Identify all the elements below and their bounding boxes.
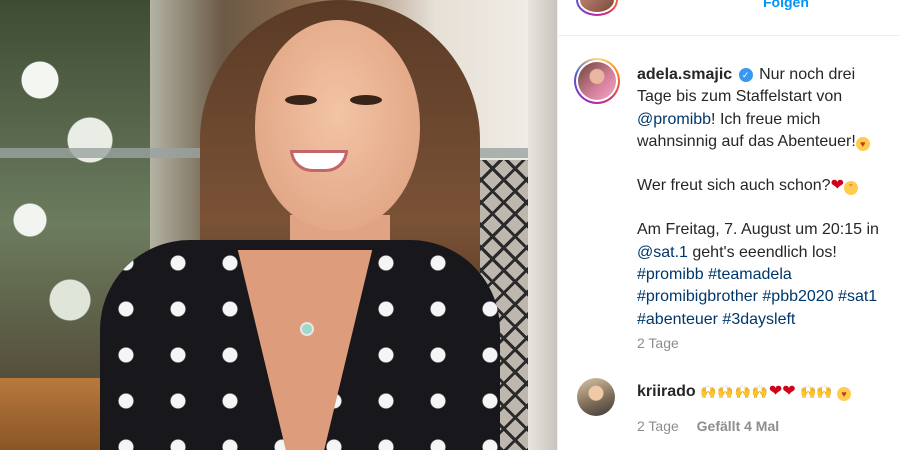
post-side-panel: Folgen adela.smajic ✓ Nur noch drei Tage… bbox=[557, 0, 900, 450]
caption-text-3: Am Freitag, 7. August um 20:15 in bbox=[637, 221, 879, 239]
author-username[interactable]: adela.smajic bbox=[637, 66, 732, 83]
mention-sat1[interactable]: @sat.1 bbox=[637, 244, 688, 261]
hashtag[interactable]: #promibigbrother bbox=[637, 288, 758, 305]
smiling-face-emoji: ♥ bbox=[836, 387, 851, 401]
hashtag[interactable]: #pbb2020 bbox=[762, 288, 833, 305]
author-avatar[interactable] bbox=[574, 58, 620, 104]
photo-eye-right bbox=[350, 95, 382, 105]
red-heart-emoji: ❤❤ bbox=[768, 383, 796, 400]
hashtag[interactable]: #promibb bbox=[637, 266, 704, 283]
follow-button[interactable]: Folgen bbox=[763, 0, 809, 10]
post-photo[interactable] bbox=[0, 0, 557, 450]
hashtag[interactable]: #abenteuer bbox=[637, 311, 718, 328]
photo-eye-left bbox=[285, 95, 317, 105]
hashtag[interactable]: #sat1 bbox=[838, 288, 877, 305]
post-timestamp[interactable]: 2 Tage bbox=[637, 335, 679, 351]
comment-likes[interactable]: Gefällt 4 Mal bbox=[697, 418, 779, 434]
caption-text-3-tail: geht's eeendlich los! bbox=[687, 243, 837, 261]
red-heart-emoji: ❤ bbox=[830, 177, 844, 195]
hashtag[interactable]: #teamadela bbox=[708, 266, 792, 283]
verified-badge-icon: ✓ bbox=[738, 68, 753, 82]
comment-timestamp[interactable]: 2 Tage bbox=[637, 418, 679, 434]
smiling-face-emoji: ♥ bbox=[855, 136, 870, 151]
shushing-face-emoji: ˘ bbox=[843, 181, 858, 196]
caption-text-2: Wer freut sich auch schon? bbox=[637, 177, 831, 195]
hashtag[interactable]: #3daysleft bbox=[722, 311, 795, 328]
photo-pendant bbox=[300, 322, 314, 336]
post-header: Folgen bbox=[558, 0, 900, 36]
comment-meta: 2 Tage Gefällt 4 Mal bbox=[637, 418, 779, 434]
commenter-username[interactable]: kriirado bbox=[637, 383, 696, 400]
raising-hands-light-emoji: 🙌🙌 bbox=[800, 384, 833, 399]
commenter-avatar[interactable] bbox=[577, 378, 615, 416]
comment-row: kriirado 🙌🙌🙌🙌❤❤ 🙌🙌 ♥ bbox=[637, 381, 851, 401]
photo-face bbox=[255, 20, 420, 230]
post-caption: adela.smajic ✓ Nur noch drei Tage bis zu… bbox=[637, 64, 893, 331]
mention-promibb[interactable]: @promibb bbox=[637, 111, 711, 128]
raising-hands-emoji: 🙌🙌🙌🙌 bbox=[700, 384, 769, 399]
photo-pole bbox=[528, 0, 557, 450]
header-avatar[interactable] bbox=[576, 0, 618, 16]
